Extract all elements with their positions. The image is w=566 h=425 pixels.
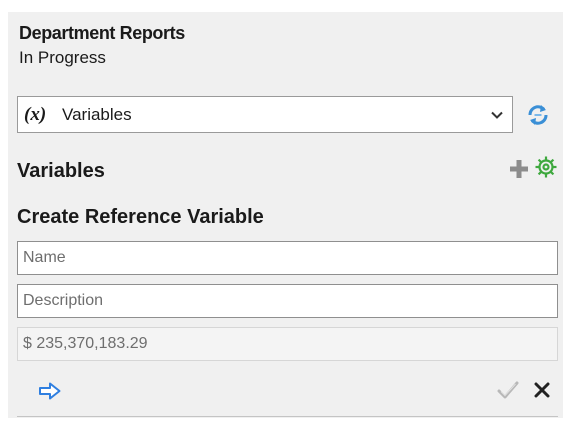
gear-icon[interactable] bbox=[534, 155, 558, 179]
variables-dropdown[interactable]: (x) Variables bbox=[17, 96, 513, 133]
variable-x-icon: (x) bbox=[24, 104, 47, 125]
value-field[interactable] bbox=[17, 327, 558, 361]
right-arrow-icon[interactable] bbox=[38, 381, 62, 401]
bottom-divider bbox=[17, 416, 558, 417]
plus-icon[interactable] bbox=[508, 158, 530, 180]
close-x-icon[interactable] bbox=[534, 382, 550, 398]
description-field[interactable] bbox=[17, 284, 558, 318]
chevron-down-icon bbox=[491, 111, 503, 119]
refresh-arrows-icon[interactable] bbox=[524, 101, 552, 129]
report-status: In Progress bbox=[19, 48, 106, 67]
variables-section-title: Variables bbox=[17, 160, 105, 182]
create-variable-title: Create Reference Variable bbox=[17, 206, 264, 228]
dropdown-selected-value: Variables bbox=[62, 105, 132, 124]
name-field[interactable] bbox=[17, 241, 558, 275]
checkmark-icon[interactable] bbox=[497, 379, 519, 401]
report-title: Department Reports bbox=[19, 23, 185, 43]
